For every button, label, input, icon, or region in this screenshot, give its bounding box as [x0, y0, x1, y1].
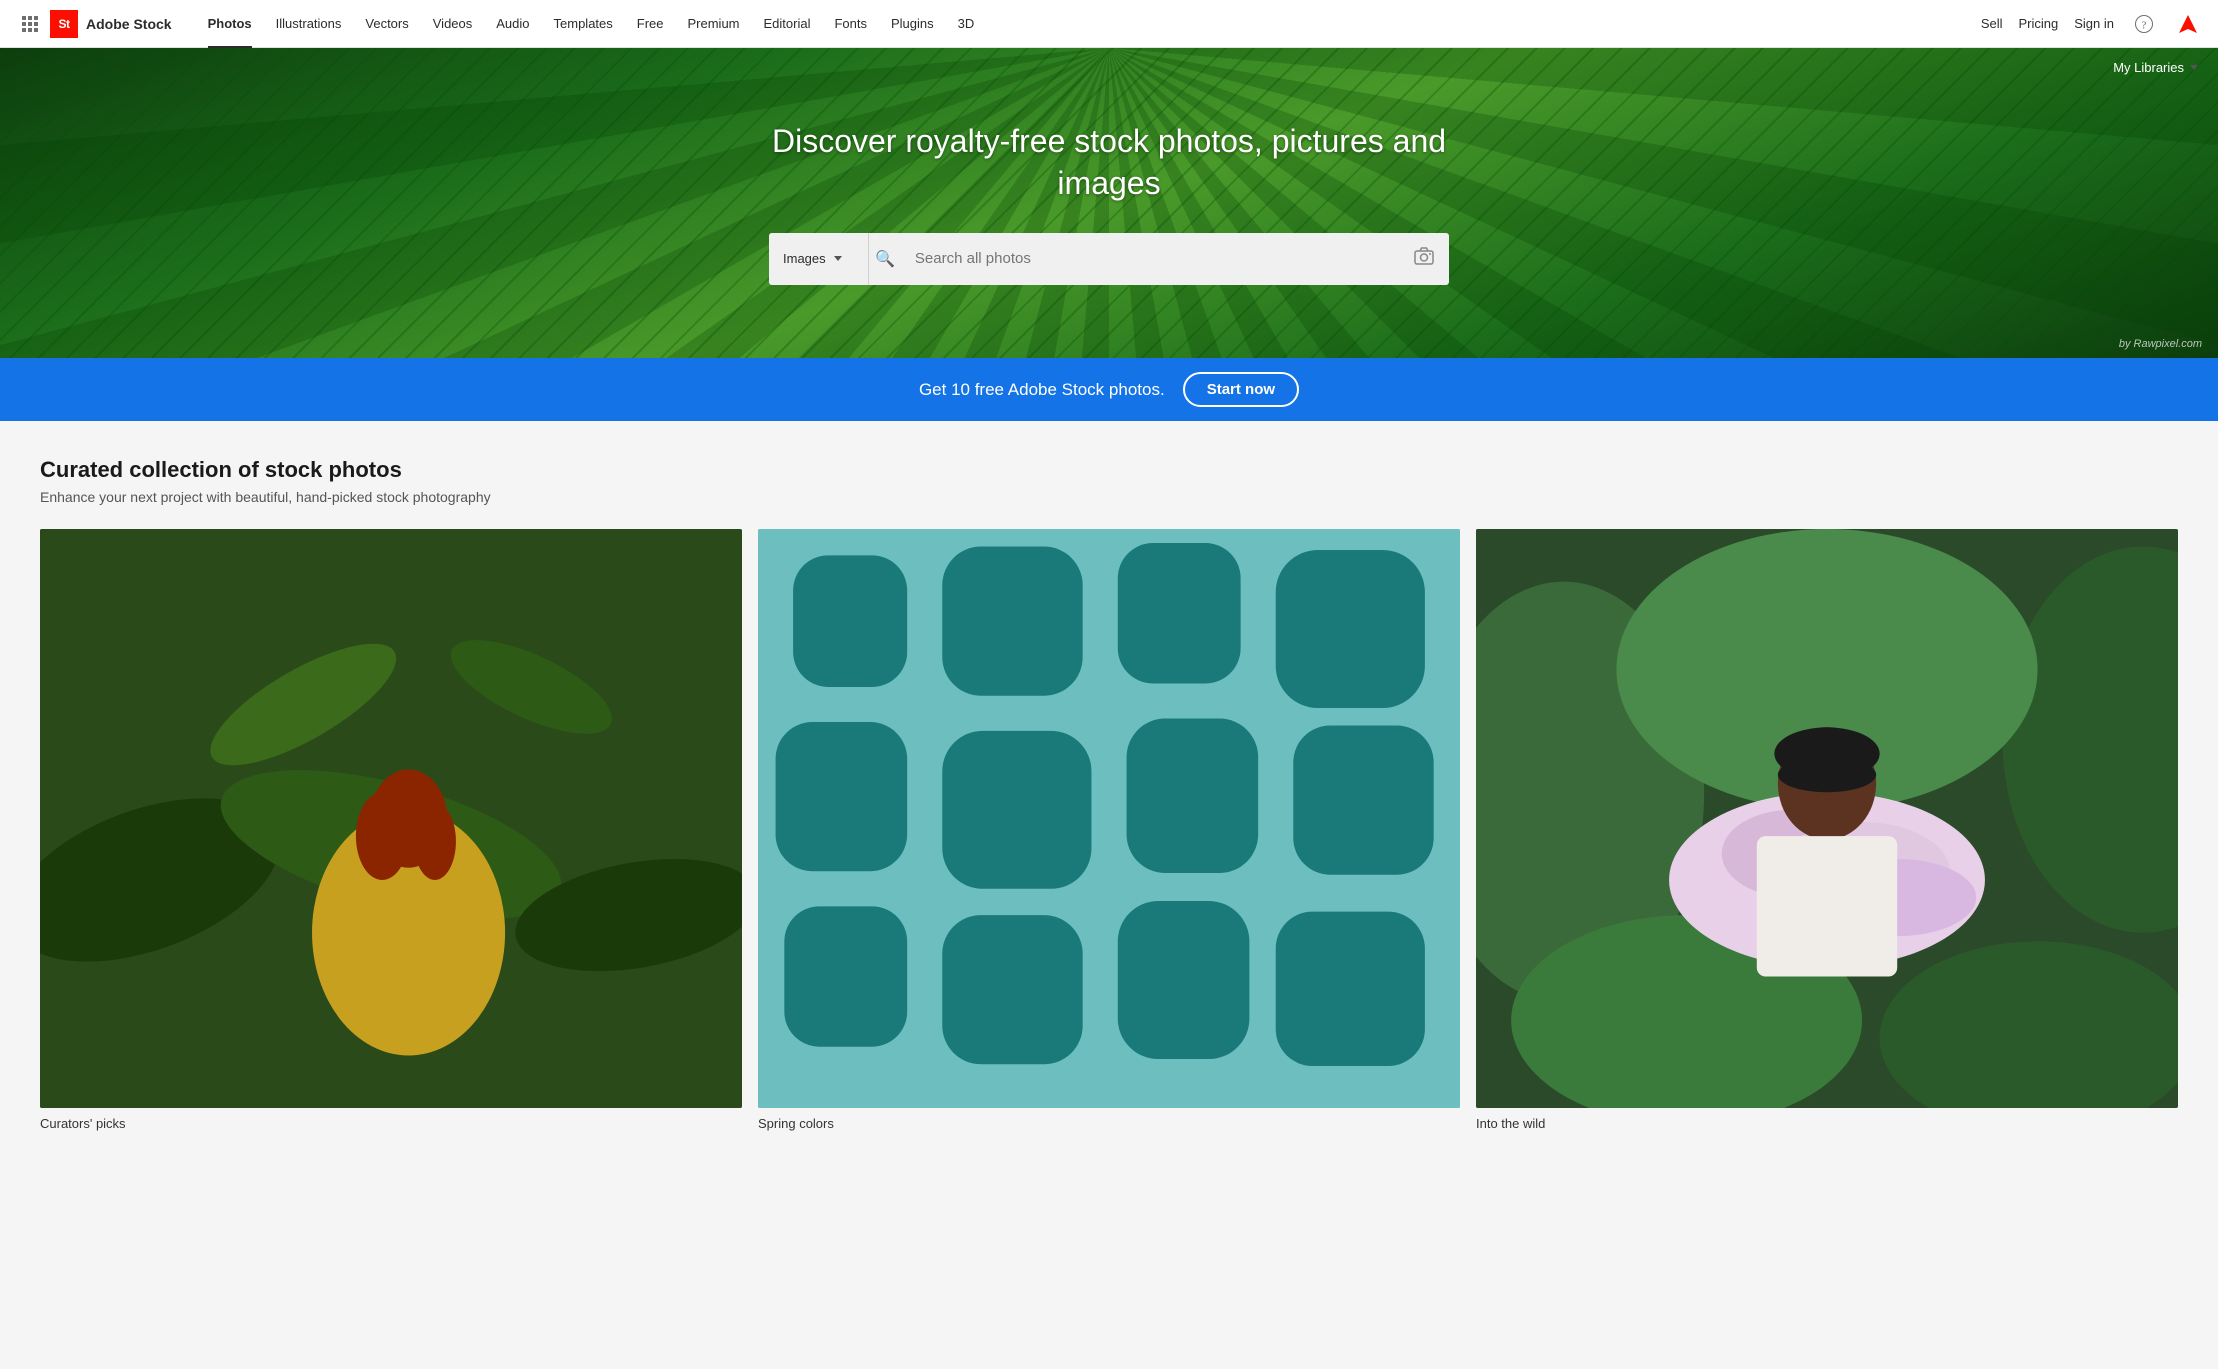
start-now-button[interactable]: Start now	[1183, 372, 1299, 407]
nav-link-illustrations[interactable]: Illustrations	[264, 0, 354, 48]
search-icon: 🔍	[869, 249, 901, 269]
brand-logo[interactable]: St Adobe Stock	[50, 10, 172, 38]
nav-link-editorial[interactable]: Editorial	[752, 0, 823, 48]
nav-link-free[interactable]: Free	[625, 0, 676, 48]
search-type-chevron-icon	[834, 256, 842, 261]
svg-text:?: ?	[2142, 19, 2147, 31]
nav-pricing-link[interactable]: Pricing	[2019, 16, 2059, 31]
photo-image-2	[758, 529, 1460, 1108]
camera-search-icon[interactable]	[1399, 245, 1449, 272]
nav-links: Photos Illustrations Vectors Videos Audi…	[196, 0, 1981, 48]
adobe-icon[interactable]	[2174, 10, 2202, 38]
photo-card-3[interactable]: Into the wild	[1476, 529, 2178, 1131]
main-content: Curated collection of stock photos Enhan…	[0, 421, 2218, 1191]
photo-image-1	[40, 529, 742, 1108]
photo-caption-2: Spring colors	[758, 1116, 1460, 1131]
nav-link-fonts[interactable]: Fonts	[822, 0, 879, 48]
photo-grid: Curators' picks	[40, 529, 2178, 1131]
chevron-down-icon	[2190, 65, 2198, 70]
apps-menu-icon[interactable]	[16, 10, 44, 38]
nav-link-templates[interactable]: Templates	[542, 0, 625, 48]
search-input[interactable]	[901, 250, 1399, 267]
photo-credit: by Rawpixel.com	[2119, 338, 2202, 350]
hero-title: Discover royalty-free stock photos, pict…	[759, 121, 1459, 204]
section-subtitle: Enhance your next project with beautiful…	[40, 489, 2178, 505]
main-nav: St Adobe Stock Photos Illustrations Vect…	[0, 0, 2218, 48]
section-title: Curated collection of stock photos	[40, 457, 2178, 483]
search-type-label: Images	[783, 251, 826, 266]
nav-link-plugins[interactable]: Plugins	[879, 0, 946, 48]
help-icon[interactable]: ?	[2130, 10, 2158, 38]
photo-card-2[interactable]: Spring colors	[758, 529, 1460, 1131]
logo-box: St	[50, 10, 78, 38]
logo-text: Adobe Stock	[86, 16, 172, 32]
my-libraries-button[interactable]: My Libraries	[2113, 60, 2198, 75]
nav-sell-link[interactable]: Sell	[1981, 16, 2003, 31]
nav-link-videos[interactable]: Videos	[421, 0, 485, 48]
nav-link-3d[interactable]: 3D	[946, 0, 987, 48]
search-type-dropdown[interactable]: Images	[769, 233, 869, 285]
photo-caption-3: Into the wild	[1476, 1116, 2178, 1131]
nav-right: Sell Pricing Sign in ?	[1981, 10, 2202, 38]
photo-caption-1: Curators' picks	[40, 1116, 742, 1131]
nav-link-audio[interactable]: Audio	[484, 0, 541, 48]
photo-card-1[interactable]: Curators' picks	[40, 529, 742, 1131]
nav-link-premium[interactable]: Premium	[676, 0, 752, 48]
photo-image-3	[1476, 529, 2178, 1108]
search-bar: Images 🔍	[769, 233, 1449, 285]
nav-signin-link[interactable]: Sign in	[2074, 16, 2114, 31]
hero-section: My Libraries Discover royalty-free stock…	[0, 48, 2218, 358]
nav-link-photos[interactable]: Photos	[196, 0, 264, 48]
promo-text: Get 10 free Adobe Stock photos.	[919, 380, 1165, 400]
promo-bar: Get 10 free Adobe Stock photos. Start no…	[0, 358, 2218, 421]
nav-link-vectors[interactable]: Vectors	[353, 0, 420, 48]
